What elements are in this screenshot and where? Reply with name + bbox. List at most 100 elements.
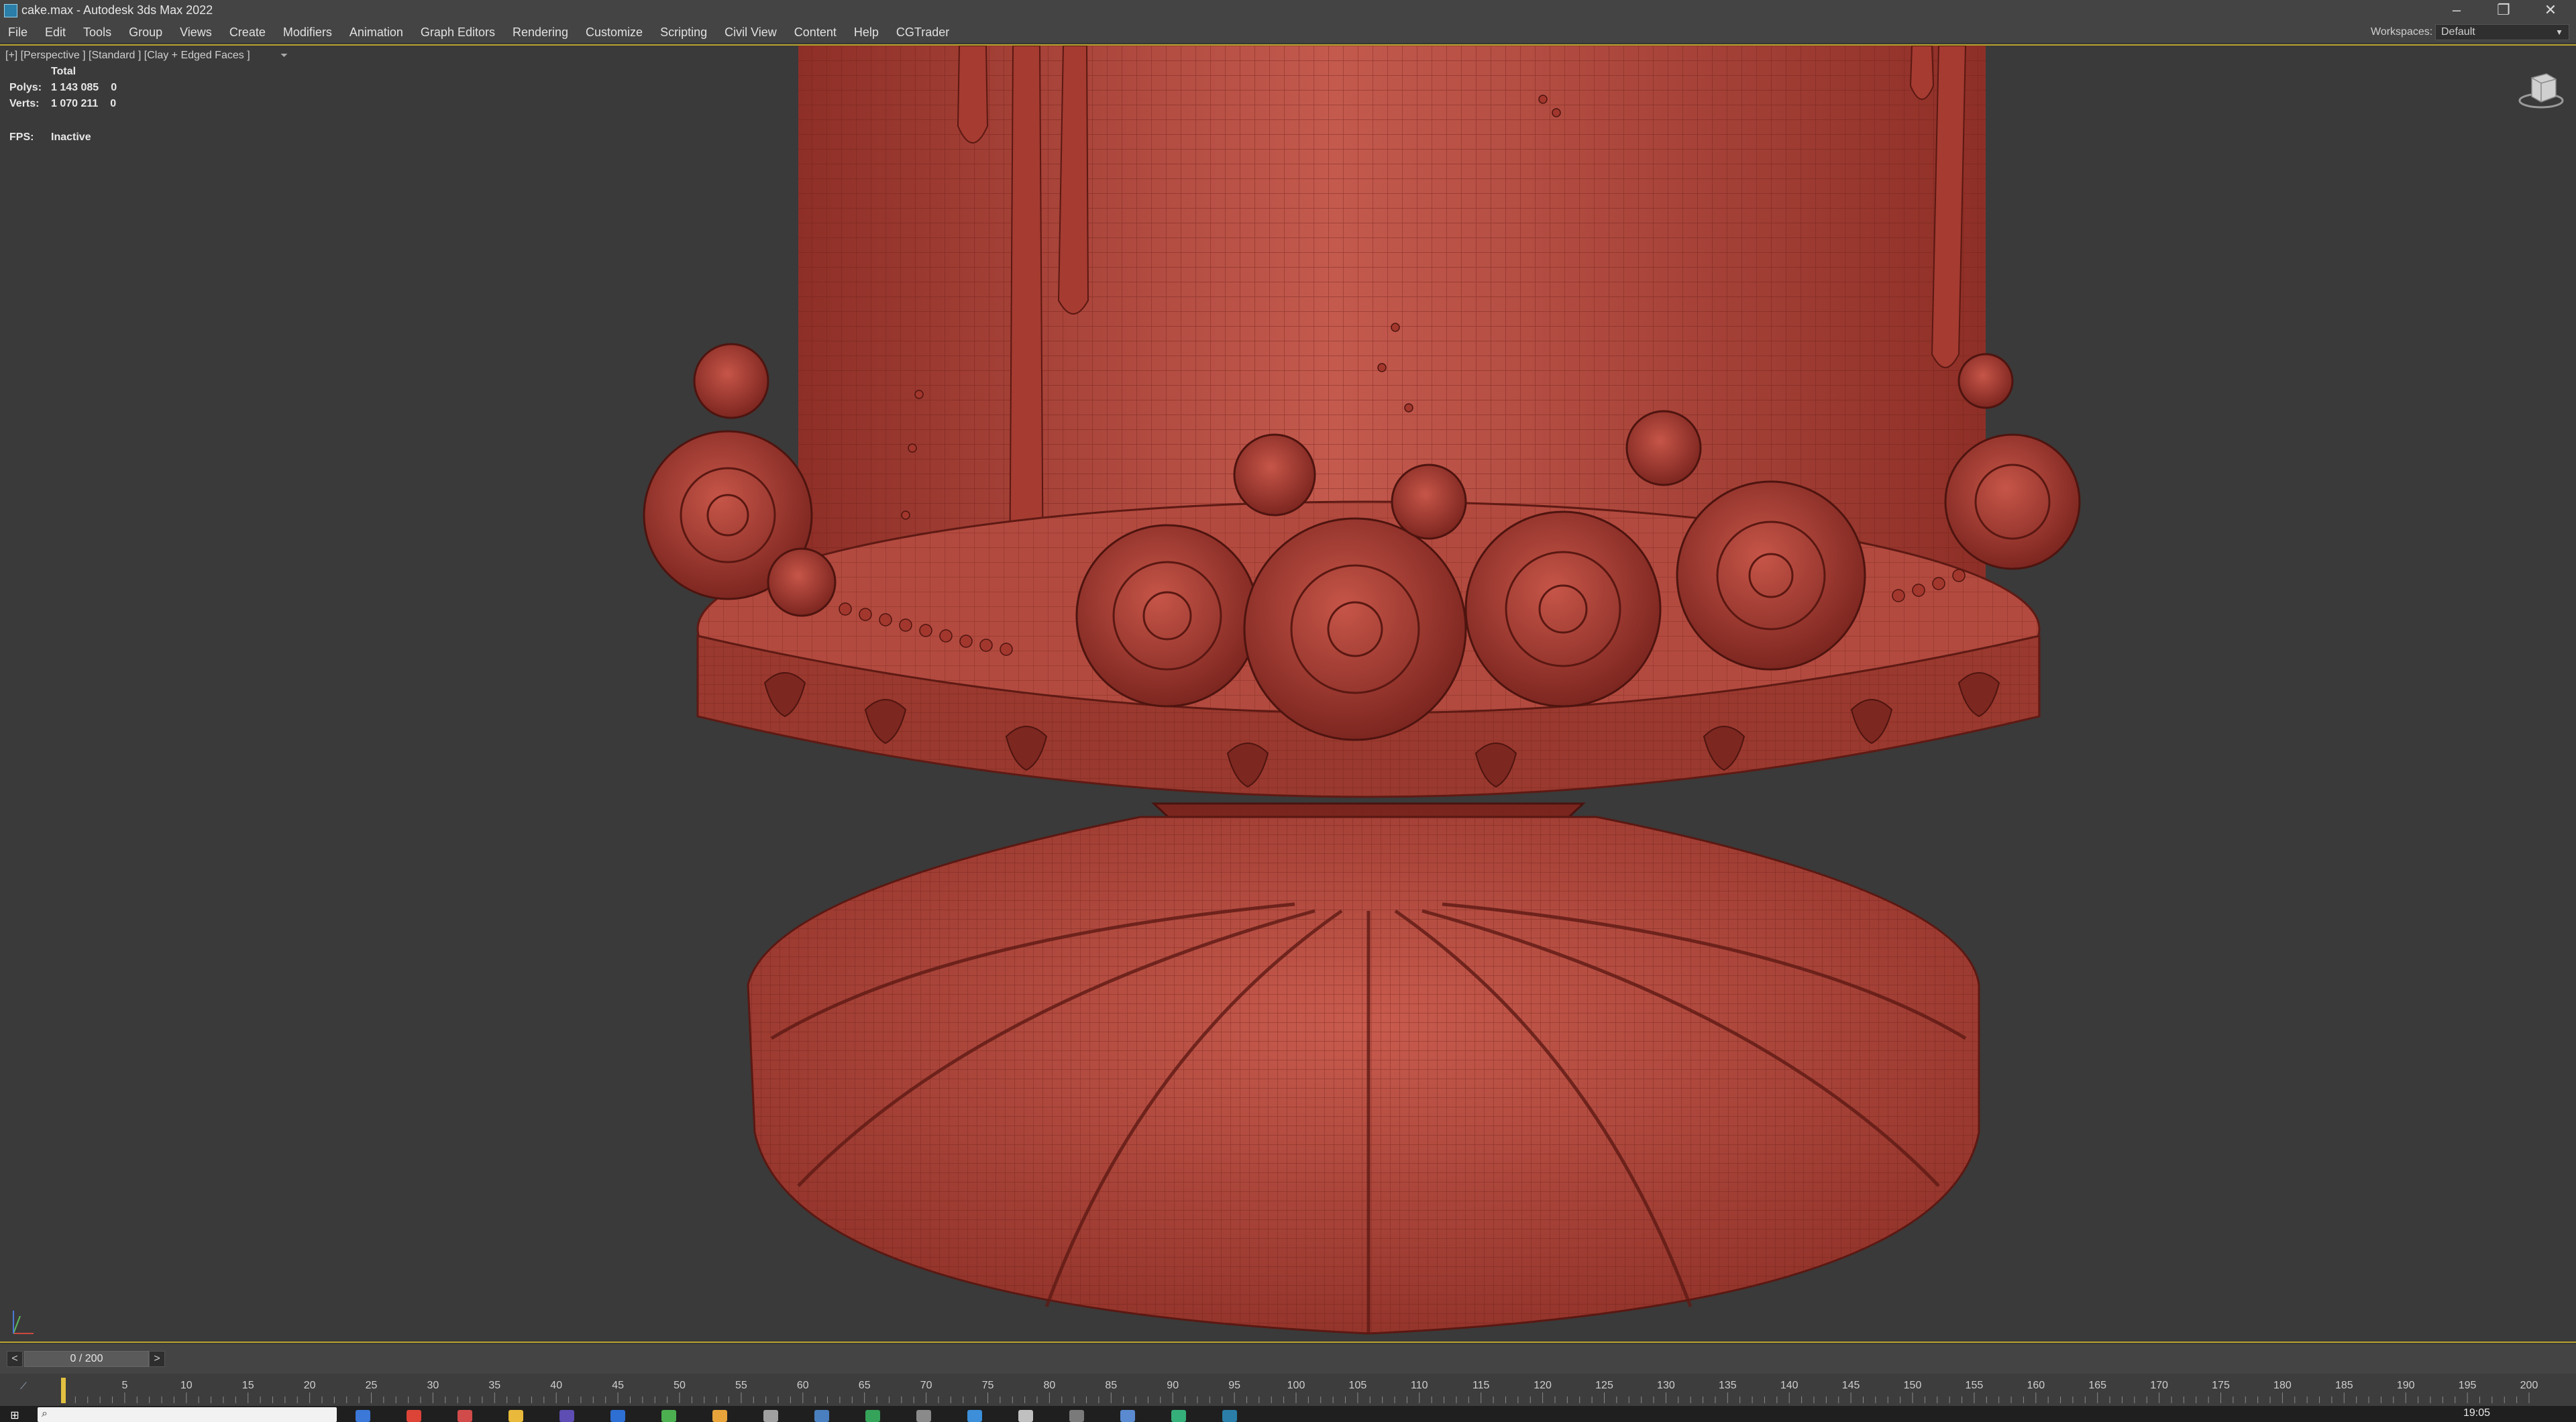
windows-start-icon[interactable]: ⊞ [7, 1409, 23, 1422]
track-bar-tick-label: 70 [920, 1380, 932, 1391]
track-bar-tick-label: 35 [488, 1380, 500, 1391]
track-bar-tick-label: 180 [2273, 1380, 2292, 1391]
menu-item-rendering[interactable]: Rendering [504, 25, 577, 40]
app-icon-11[interactable] [865, 1410, 880, 1422]
track-bar-tick-label: 60 [797, 1380, 809, 1391]
app-icon-6[interactable] [610, 1410, 625, 1422]
menu-item-file[interactable]: File [0, 25, 36, 40]
cake-model-render[interactable] [0, 46, 2576, 1343]
menu-item-civil-view[interactable]: Civil View [716, 25, 786, 40]
menu-item-scripting[interactable]: Scripting [651, 25, 716, 40]
menu-item-edit[interactable]: Edit [36, 25, 74, 40]
track-bar-tick-label: 10 [180, 1380, 193, 1391]
track-bar-tick-label: 40 [550, 1380, 562, 1391]
track-bar-tick-label: 85 [1105, 1380, 1117, 1391]
curve-editor-icon[interactable]: ⟋ [20, 1380, 27, 1392]
track-bar-tick-label: 175 [2212, 1380, 2230, 1391]
track-bar-tick-label: 65 [859, 1380, 871, 1391]
app-icon-16[interactable] [1120, 1410, 1135, 1422]
menu-item-graph-editors[interactable]: Graph Editors [412, 25, 504, 40]
verts-value: 1 070 211 [51, 98, 99, 109]
track-bar-tick-label: 155 [1966, 1380, 1984, 1391]
time-slider-handle[interactable]: 0 / 200 [24, 1351, 149, 1367]
minimize-button[interactable]: – [2435, 0, 2478, 21]
app-icon-4[interactable] [508, 1410, 523, 1422]
track-bar-tick-label: 200 [2520, 1380, 2538, 1391]
polys-value: 1 143 085 [51, 82, 99, 93]
track-bar-tick-label: 30 [427, 1380, 439, 1391]
menu-item-customize[interactable]: Customize [577, 25, 651, 40]
menu-item-create[interactable]: Create [221, 25, 274, 40]
app-icon-14[interactable] [1018, 1410, 1033, 1422]
track-bar-tick-label: 135 [1719, 1380, 1737, 1391]
track-bar-tick-label: 55 [735, 1380, 747, 1391]
chevron-down-icon: ▼ [2555, 28, 2563, 37]
chrome-icon[interactable] [407, 1410, 421, 1422]
menu-item-content[interactable]: Content [786, 25, 845, 40]
perspective-viewport[interactable]: [+] [Perspective ] [Standard ] [Clay + E… [0, 44, 2576, 1343]
track-bar-tick-label: 195 [2459, 1380, 2477, 1391]
windows-taskbar: ⊞ ⌕ 19:05 [0, 1406, 2576, 1422]
search-icon: ⌕ [42, 1408, 48, 1419]
viewport-label[interactable]: [+] [Perspective ] [Standard ] [Clay + E… [5, 50, 250, 62]
fps-value: Inactive [51, 131, 91, 143]
opera-icon[interactable] [458, 1410, 472, 1422]
stats-total-label: Total [51, 66, 76, 77]
stats-verts-row: Verts: 1 070 211 0 [9, 98, 117, 114]
track-bar-tick-label: 125 [1595, 1380, 1613, 1391]
app-icon-15[interactable] [1069, 1410, 1084, 1422]
viewcube-icon[interactable] [2518, 73, 2564, 109]
menu-item-cgtrader[interactable]: CGTrader [888, 25, 958, 40]
app-icon[interactable] [4, 4, 17, 17]
app-icon-12[interactable] [916, 1410, 931, 1422]
track-bar-tick-label: 5 [121, 1380, 127, 1391]
menu-item-animation[interactable]: Animation [341, 25, 412, 40]
window-title: cake.max - Autodesk 3ds Max 2022 [21, 3, 213, 17]
app-icon-8[interactable] [712, 1410, 727, 1422]
next-frame-button[interactable]: > [149, 1351, 165, 1367]
menu-bar: File Edit Tools Group Views Create Modifiers An… [0, 21, 2576, 44]
track-bar-tick-label: 140 [1780, 1380, 1799, 1391]
app-icon-9[interactable] [763, 1410, 778, 1422]
current-frame-marker[interactable] [61, 1378, 66, 1403]
explorer-icon[interactable] [356, 1410, 370, 1422]
taskbar-clock: 19:05 [2463, 1407, 2491, 1419]
previous-frame-button[interactable]: < [7, 1351, 23, 1367]
verts-label: Verts: [9, 98, 40, 109]
menu-item-help[interactable]: Help [845, 25, 888, 40]
track-bar-tick-label: 105 [1349, 1380, 1367, 1391]
filter-icon[interactable]: ⏷ [280, 50, 288, 61]
track-bar-tick-label: 115 [1472, 1380, 1490, 1391]
track-bar-tick-label: 130 [1657, 1380, 1675, 1391]
close-button[interactable]: ✕ [2529, 0, 2572, 21]
workspaces-label: Workspaces: [2371, 26, 2433, 38]
track-bar-tick-label: 165 [2088, 1380, 2106, 1391]
track-bar-ruler[interactable]: 5 10 15 20 25 30 35 40 45 50 55 60 65 70 75 80 85 90 95 100… [0, 1374, 2576, 1406]
track-bar-tick-label: 90 [1167, 1380, 1179, 1391]
workspaces-dropdown[interactable]: Default ▼ [2435, 24, 2569, 40]
restore-button[interactable]: ❐ [2482, 0, 2525, 21]
stats-polys-row: Polys: 1 143 085 0 [9, 82, 117, 98]
app-icon-13[interactable] [967, 1410, 982, 1422]
app-icon-10[interactable] [814, 1410, 829, 1422]
polys-selected-value: 0 [111, 82, 117, 93]
track-bar-tick-label: 160 [2027, 1380, 2045, 1391]
app-icon-17[interactable] [1171, 1410, 1186, 1422]
verts-selected-value: 0 [110, 98, 117, 109]
menu-item-group[interactable]: Group [120, 25, 171, 40]
track-bar-tick-label: 110 [1411, 1380, 1428, 1391]
track-bar-tick-label: 95 [1228, 1380, 1240, 1391]
menu-item-modifiers[interactable]: Modifiers [274, 25, 341, 40]
menu-item-views[interactable]: Views [171, 25, 221, 40]
app-icon-7[interactable] [661, 1410, 676, 1422]
track-bar-tick-label: 25 [366, 1380, 378, 1391]
time-slider: < 0 / 200 > [0, 1344, 2576, 1374]
menu-item-tools[interactable]: Tools [74, 25, 120, 40]
3dsmax-icon[interactable] [1222, 1410, 1237, 1422]
track-bar-tick-label: 190 [2397, 1380, 2415, 1391]
polys-label: Polys: [9, 82, 42, 93]
track-bar[interactable]: 5 10 15 20 25 30 35 40 45 50 55 60 65 70 75 80 85 90 95 100… [0, 1374, 2576, 1406]
app-icon-5[interactable] [559, 1410, 574, 1422]
track-bar-tick-label: 100 [1287, 1380, 1305, 1391]
taskbar-search-input[interactable]: ⌕ [38, 1407, 337, 1422]
